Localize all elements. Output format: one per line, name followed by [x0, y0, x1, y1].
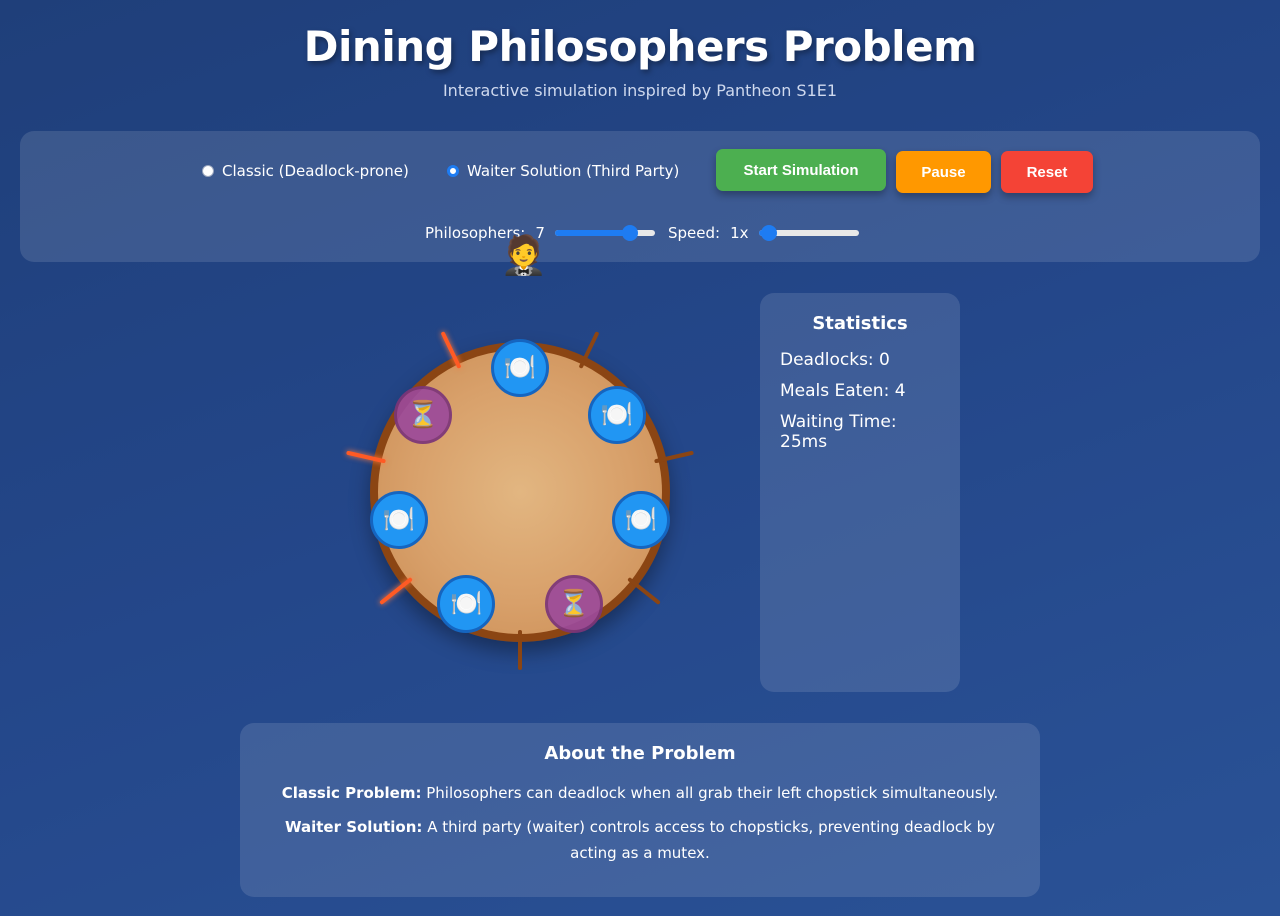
slider-fill — [554, 230, 630, 236]
radio-button-waiter[interactable] — [447, 165, 459, 177]
hourglass-icon: ⏳ — [406, 399, 440, 430]
philosopher-eating: 🍽️ — [437, 574, 496, 633]
reset-button[interactable]: Reset — [1001, 151, 1093, 193]
about-panel: About the Problem Classic Problem: Philo… — [240, 723, 1040, 897]
plate-cutlery-icon: 🍽️ — [450, 588, 483, 619]
speed-value: 1x — [730, 224, 749, 242]
waiting-time-stat: Waiting Time: 25ms — [780, 412, 897, 452]
start-simulation-button[interactable]: Start Simulation — [716, 149, 886, 191]
waiter-solution-text: A third party (waiter) controls access t… — [422, 818, 996, 862]
waiter-solution-label: Waiter Solution: — [284, 818, 423, 836]
speed-label: Speed: — [668, 224, 721, 242]
statistics-title: Statistics — [812, 313, 908, 334]
philosophers-slider[interactable] — [554, 222, 655, 244]
mode-classic-label: Classic (Deadlock-prone) — [222, 162, 409, 180]
philosopher-eating: 🍽️ — [611, 490, 670, 549]
philosopher-eating: 🍽️ — [491, 339, 549, 397]
speed-slider[interactable] — [758, 222, 859, 244]
classic-problem-description: Classic Problem: Philosophers can deadlo… — [264, 780, 1016, 806]
plate-cutlery-icon: 🍽️ — [503, 353, 537, 383]
philosopher-eating: 🍽️ — [370, 490, 429, 549]
page-subtitle: Interactive simulation inspired by Panth… — [442, 81, 838, 100]
classic-problem-label: Classic Problem: — [281, 784, 422, 802]
philosopher-waiting: ⏳ — [394, 385, 453, 444]
statistics-panel: Statistics Deadlocks: 0 Meals Eaten: 4 W… — [760, 293, 960, 692]
plate-cutlery-icon: 🍽️ — [600, 399, 634, 430]
mode-classic-radio[interactable]: Classic (Deadlock-prone) — [202, 162, 409, 180]
pause-button[interactable]: Pause — [896, 151, 991, 193]
deadlocks-stat: Deadlocks: 0 — [780, 350, 890, 370]
philosopher-eating: 🍽️ — [587, 385, 646, 444]
philosopher-waiting: ⏳ — [544, 574, 603, 633]
radio-button-classic[interactable] — [202, 165, 214, 177]
about-title: About the Problem — [544, 743, 736, 764]
mode-waiter-label: Waiter Solution (Third Party) — [467, 162, 680, 180]
plate-cutlery-icon: 🍽️ — [624, 504, 658, 535]
waiter-solution-description: Waiter Solution: A third party (waiter) … — [264, 814, 1016, 866]
slider-thumb[interactable] — [760, 225, 777, 241]
plate-cutlery-icon: 🍽️ — [382, 504, 416, 535]
chopstick — [518, 630, 522, 670]
page-title: Dining Philosophers Problem — [303, 22, 977, 71]
dining-table-area: 🍽️ 🍽️ 🍽️ ⏳ 🍽️ 🍽️ ⏳ — [340, 300, 700, 700]
header: Dining Philosophers Problem Interactive … — [0, 0, 1280, 100]
hourglass-icon: ⏳ — [557, 588, 590, 619]
classic-problem-text: Philosophers can deadlock when all grab … — [421, 784, 999, 802]
meals-eaten-stat: Meals Eaten: 4 — [780, 381, 906, 401]
slider-thumb[interactable] — [621, 225, 638, 241]
waiter-icon: 🤵 — [500, 233, 548, 277]
mode-waiter-radio[interactable]: Waiter Solution (Third Party) — [447, 162, 679, 180]
speed-control: Speed: 1x — [668, 222, 859, 244]
